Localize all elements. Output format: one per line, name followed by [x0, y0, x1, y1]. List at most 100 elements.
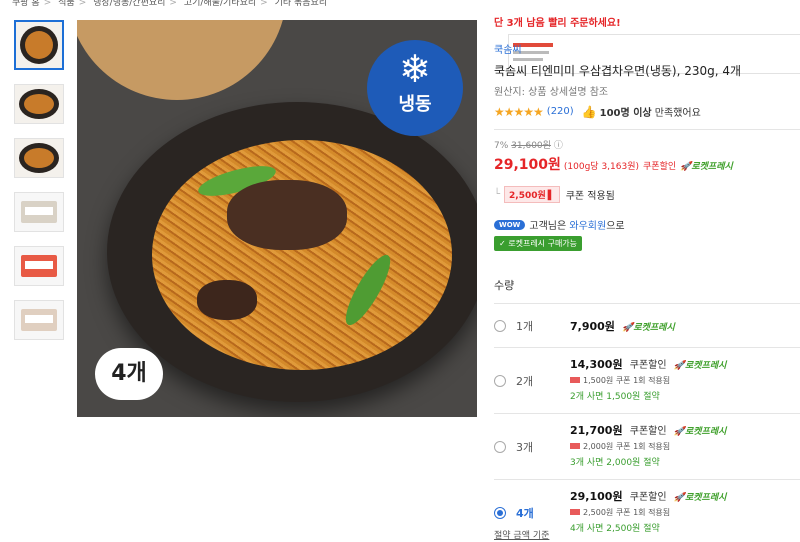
rating-row: ★★★★★ (220) 👍 100명 이상 만족했어요: [494, 104, 800, 120]
coupon-ticket-icon: [570, 443, 580, 449]
coupon-ticket-icon: [570, 377, 580, 383]
star-rating[interactable]: ★★★★★: [494, 105, 544, 119]
quantity-option-1[interactable]: 1개 7,900원 🚀로켓프레시: [494, 303, 800, 347]
wow-text-post: 으로: [606, 221, 625, 232]
option-body: 14,300원 쿠폰할인 🚀로켓프레시 1,500원 쿠폰 1회 적용됨 2개 …: [570, 356, 726, 402]
original-price: 31,600원: [511, 141, 551, 151]
main-product-image[interactable]: ❄ 냉동 4개: [77, 20, 477, 417]
rocket-fresh-badge: 🚀로켓프레시: [674, 493, 727, 503]
radio-button[interactable]: [494, 441, 506, 453]
option-coupon-detail: 1,500원 쿠폰 1회 적용됨: [570, 375, 726, 386]
quantity-option-2[interactable]: 2개 14,300원 쿠폰할인 🚀로켓프레시 1,500원 쿠폰 1회 적용됨 …: [494, 347, 800, 413]
option-price: 14,300원: [570, 358, 623, 371]
coupon-ticket-icon: [570, 509, 580, 515]
steamer-basket-graphic: [77, 20, 287, 100]
coupon-row: └ 2,500원 ▌ 쿠폰 적용됨: [494, 186, 800, 203]
wow-badge: WOW: [494, 219, 526, 230]
product-title: 쿡솜씨 티엔미미 우삼겹차우면(냉동), 230g, 4개: [494, 64, 742, 78]
option-coupon-amount: 1,500원: [583, 376, 614, 385]
breadcrumb-item[interactable]: 기타 볶음요리: [275, 0, 328, 8]
rocket-icon: 🚀: [680, 162, 692, 172]
bracket-icon: └: [494, 189, 501, 200]
coupon-amount: 2,500원: [509, 191, 546, 201]
rocket-fresh-badge: 🚀로켓프레시: [622, 323, 675, 333]
option-coupon: 쿠폰할인: [629, 360, 667, 371]
thumbnail-list: [14, 20, 800, 354]
quantity-option-3[interactable]: 3개 21,700원 쿠폰할인 🚀로켓프레시 2,000원 쿠폰 1회 적용됨 …: [494, 413, 800, 479]
frozen-badge: ❄ 냉동: [367, 40, 463, 136]
breadcrumb: 쿠팡 홈 > 식품 > 냉장/냉동/간편요리 > 고기/해물/기타요리 > 기타 볶음요…: [12, 0, 328, 8]
rocket-fresh-label: 로켓프레시: [691, 162, 733, 172]
wow-member-link[interactable]: 와우회원: [569, 217, 606, 232]
option-qty: 4개: [516, 507, 534, 520]
stock-warning: 단 3개 남음 빨리 주문하세요!: [494, 18, 621, 29]
thumbnail-5[interactable]: [14, 246, 64, 286]
option-savings: 4개 사면 2,500원 절약: [570, 524, 660, 534]
satisfaction-text: 100명 이상 만족했어요: [600, 104, 701, 119]
option-coupon-amount: 2,500원: [583, 508, 614, 517]
option-coupon-text: 쿠폰 1회 적용됨: [615, 376, 671, 385]
rocket-icon: 🚀: [673, 493, 685, 503]
wow-text-pre: 고객님은: [529, 221, 567, 232]
option-savings: 2개 사면 1,500원 절약: [570, 392, 660, 402]
sale-price: 29,100원: [494, 157, 561, 173]
pack-count-badge: 4개: [95, 348, 163, 400]
thumbnail-6[interactable]: [14, 300, 64, 340]
rocket-fresh-label: 로켓프레시: [633, 323, 675, 333]
breadcrumb-item[interactable]: 쿠팡 홈: [12, 0, 40, 8]
rocket-icon: 🚀: [622, 323, 634, 333]
thumbs-up-icon: 👍: [581, 104, 597, 119]
meat-graphic: [227, 180, 347, 250]
rocket-fresh-badge: 🚀로켓프레시: [674, 427, 727, 437]
option-coupon: 쿠폰할인: [629, 426, 667, 437]
coupon-download-icon: ▌: [547, 191, 555, 201]
meat-graphic: [197, 280, 257, 320]
snowflake-icon: ❄: [399, 47, 431, 91]
thumbnail-2[interactable]: [14, 84, 64, 124]
satisfaction-label: 만족했어요: [654, 108, 701, 119]
option-price: 29,100원: [570, 490, 623, 503]
frozen-label: 냉동: [398, 94, 432, 115]
option-savings: 3개 사면 2,000원 절약: [570, 458, 660, 468]
breadcrumb-item[interactable]: 식품: [58, 0, 75, 8]
rocket-fresh-label: 로켓프레시: [684, 427, 727, 437]
thumbnail-1[interactable]: [14, 20, 64, 70]
rocket-fresh-badge: 🚀로켓프레시: [680, 159, 733, 172]
discount-row: 7% 31,600원 ⓘ: [494, 138, 800, 151]
wow-membership-row: WOW 고객님은 와우회원 으로: [494, 217, 800, 232]
option-body: 7,900원 🚀로켓프레시: [570, 318, 675, 334]
brand-link[interactable]: 쿡솜씨: [494, 41, 800, 56]
coupon-discount-label: 쿠폰할인: [643, 162, 677, 172]
info-icon[interactable]: ⓘ: [554, 141, 563, 151]
coupon-badge[interactable]: 2,500원 ▌: [504, 186, 560, 203]
option-qty: 3개: [516, 441, 534, 454]
unit-price: (100g당 3,163원): [563, 162, 640, 172]
breadcrumb-item[interactable]: 고기/해물/기타요리: [184, 0, 256, 8]
option-coupon-detail: 2,000원 쿠폰 1회 적용됨: [570, 441, 726, 452]
review-count-link[interactable]: (220): [547, 106, 574, 117]
option-qty: 2개: [516, 375, 534, 388]
option-price: 7,900원: [570, 320, 615, 333]
rocket-fresh-badge: 🚀로켓프레시: [674, 361, 727, 371]
savings-criteria-link[interactable]: 절약 금액 기준: [494, 528, 549, 541]
divider: [494, 129, 800, 130]
option-coupon-text: 쿠폰 1회 적용됨: [615, 442, 671, 451]
rocket-fresh-label: 로켓프레시: [684, 493, 727, 503]
radio-button[interactable]: [494, 375, 506, 387]
breadcrumb-item[interactable]: 냉장/냉동/간편요리: [93, 0, 165, 8]
rocket-icon: 🚀: [673, 361, 685, 371]
thumbnail-3[interactable]: [14, 138, 64, 178]
radio-button[interactable]: [494, 320, 506, 332]
thumbnail-4[interactable]: [14, 192, 64, 232]
option-coupon-detail: 2,500원 쿠폰 1회 적용됨: [570, 507, 726, 518]
discount-rate: 7%: [494, 141, 509, 151]
radio-button-selected[interactable]: [494, 507, 506, 519]
origin-info: 원산지: 상품 상세설명 참조: [494, 87, 609, 98]
option-body: 29,100원 쿠폰할인 🚀로켓프레시 2,500원 쿠폰 1회 적용됨 4개 …: [570, 488, 726, 534]
price-row: 29,100원 (100g당 3,163원) 쿠폰할인 🚀로켓프레시: [494, 154, 800, 174]
product-info-panel: 단 3개 남음 빨리 주문하세요! 쿡솜씨 쿡솜씨 티엔미미 우삼겹차우면(냉동…: [494, 14, 800, 542]
option-body: 21,700원 쿠폰할인 🚀로켓프레시 2,000원 쿠폰 1회 적용됨 3개 …: [570, 422, 726, 468]
option-coupon: 쿠폰할인: [629, 492, 667, 503]
rocket-icon: 🚀: [673, 427, 685, 437]
option-coupon-amount: 2,000원: [583, 442, 614, 451]
